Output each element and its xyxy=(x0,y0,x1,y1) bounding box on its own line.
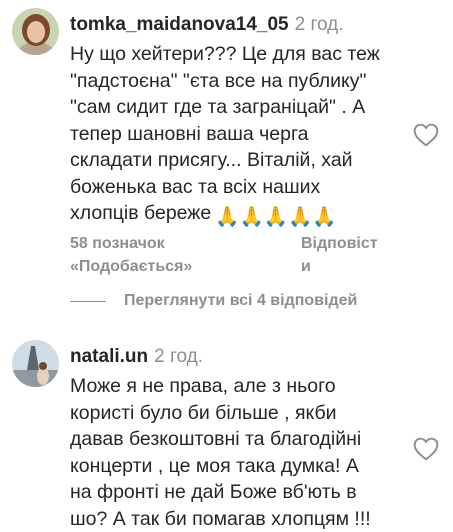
comment-body: Ну що хейтери??? Це для вас теж "падстоє… xyxy=(70,43,380,224)
timestamp: 2 год. xyxy=(294,14,344,35)
username[interactable]: tomka_maidanova14_05 xyxy=(70,14,289,35)
view-replies-label: Переглянути всі 4 відповідей xyxy=(124,292,358,309)
avatar[interactable] xyxy=(12,340,59,387)
avatar[interactable] xyxy=(12,8,59,55)
username[interactable]: natali.un xyxy=(70,346,148,367)
timestamp: 2 год. xyxy=(154,346,203,367)
comment-text: Може я не права, але з нього користі бул… xyxy=(70,373,410,532)
reply-button[interactable]: Відповіст и xyxy=(301,232,378,278)
view-replies-button[interactable]: Переглянути всі 4 відповідей xyxy=(70,292,357,310)
comment-header: natali.un 2 год. xyxy=(70,346,203,368)
comment-body: Може я не права, але з нього користі бул… xyxy=(70,375,371,530)
like-heart-icon[interactable] xyxy=(413,437,439,461)
praying-hands-emoji: 🙏🙏🙏🙏🙏 xyxy=(215,206,337,228)
comment-text: Ну що хейтери??? Це для вас теж "падстоє… xyxy=(70,41,410,231)
comment-header: tomka_maidanova14_05 2 год. xyxy=(70,14,344,36)
replies-divider xyxy=(70,300,106,302)
likes-count-text: 58 позначок xyxy=(70,235,165,252)
likes-count[interactable]: 58 позначок «Подобається» xyxy=(70,232,270,278)
likes-label-text: «Подобається» xyxy=(70,258,193,275)
like-heart-icon[interactable] xyxy=(413,123,439,147)
